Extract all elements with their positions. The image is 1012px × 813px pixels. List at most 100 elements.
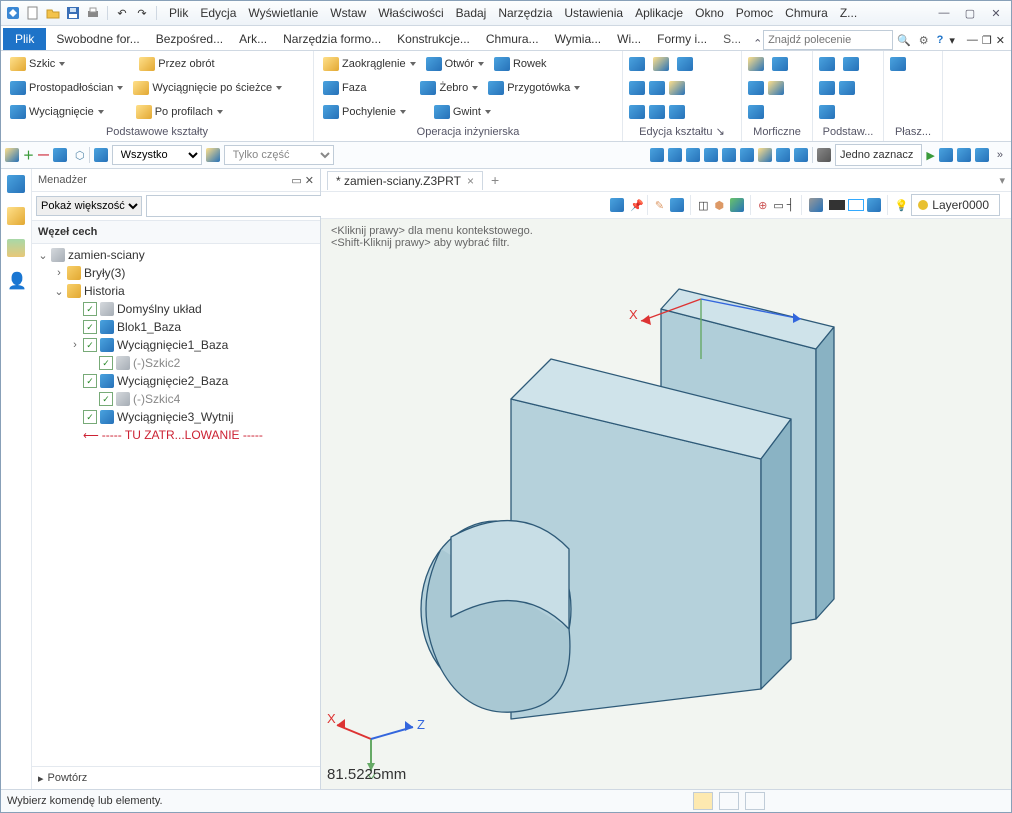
menu-chmura[interactable]: Chmura xyxy=(779,4,834,22)
wyc-button[interactable]: Wyciągnięcie xyxy=(7,105,107,119)
hex-icon[interactable]: ⬡ xyxy=(75,149,85,162)
tb-icon1[interactable] xyxy=(53,148,67,162)
tb-r1[interactable] xyxy=(650,148,664,162)
show-select[interactable]: Pokaż większość xyxy=(36,196,142,216)
checkbox[interactable] xyxy=(83,374,97,388)
menu-wstaw[interactable]: Wstaw xyxy=(324,4,372,22)
checkbox[interactable] xyxy=(83,338,97,352)
select-mode[interactable]: Jedno zaznacz xyxy=(835,144,922,166)
vt-black[interactable] xyxy=(829,200,845,210)
tb-r4[interactable] xyxy=(704,148,718,162)
side-ico1[interactable] xyxy=(7,175,25,193)
tb-r13[interactable] xyxy=(975,148,989,162)
menu-wyswietlanie[interactable]: Wyświetlanie xyxy=(242,4,324,22)
overflow-icon[interactable]: » xyxy=(993,149,1007,161)
tree-row[interactable]: Domyślny układ xyxy=(32,300,320,318)
status-ico1[interactable] xyxy=(693,792,713,810)
tb-r2[interactable] xyxy=(668,148,682,162)
tab-formy[interactable]: Formy i... xyxy=(649,28,715,50)
morph4-icon[interactable] xyxy=(768,81,784,95)
menu-edycja[interactable]: Edycja xyxy=(194,4,242,22)
twisty-icon[interactable]: › xyxy=(54,267,64,279)
menu-plik[interactable]: Plik xyxy=(163,4,194,22)
tb-r5[interactable] xyxy=(722,148,736,162)
przyg-button[interactable]: Przygotówka xyxy=(485,81,583,95)
edit7-icon[interactable] xyxy=(629,105,645,119)
vt-cube1[interactable]: ◫ xyxy=(698,199,708,212)
minimize-icon[interactable]: — xyxy=(933,6,955,20)
view-close-icon[interactable]: ✕ xyxy=(996,34,1005,47)
view-minimize-icon[interactable]: — xyxy=(961,34,978,46)
tabs-overflow-icon[interactable]: ⌃ xyxy=(753,37,762,50)
edit4-icon[interactable] xyxy=(629,81,645,95)
tree-row[interactable]: ›Bryły(3) xyxy=(32,264,320,282)
tab-chmura[interactable]: Chmura... xyxy=(478,28,547,50)
tb-r8[interactable] xyxy=(776,148,790,162)
menu-z[interactable]: Z... xyxy=(834,4,863,22)
tree-row[interactable]: ›Wyciągnięcie1_Baza xyxy=(32,336,320,354)
canvas[interactable]: <Kliknij prawy> dla menu kontekstowego. … xyxy=(321,219,1011,789)
sciezka-button[interactable]: Wyciągnięcie po ścieżce xyxy=(130,81,285,95)
plane1-icon[interactable] xyxy=(890,57,906,71)
undo-icon[interactable]: ↶ xyxy=(114,5,130,21)
search-icon[interactable]: 🔍 xyxy=(897,34,911,47)
menu-pomoc[interactable]: Pomoc xyxy=(730,4,779,22)
menu-badaj[interactable]: Badaj xyxy=(450,4,493,22)
tree-row[interactable]: (-)Szkic4 xyxy=(32,390,320,408)
profil-button[interactable]: Po profilach xyxy=(133,105,226,119)
tree-row[interactable]: ⌄Historia xyxy=(32,282,320,300)
print-icon[interactable] xyxy=(85,5,101,21)
document-tab[interactable]: * zamien-sciany.Z3PRT× xyxy=(327,171,483,190)
gwint-button[interactable]: Gwint xyxy=(431,105,494,119)
checkbox[interactable] xyxy=(83,320,97,334)
vt4[interactable] xyxy=(809,198,823,212)
tree-row[interactable]: Wyciągnięcie3_Wytnij xyxy=(32,408,320,426)
vt2[interactable] xyxy=(670,198,684,212)
base5-icon[interactable] xyxy=(819,105,835,119)
zebro-button[interactable]: Żebro xyxy=(417,81,481,95)
settings-icon[interactable]: ⚙ xyxy=(915,34,933,47)
vt-pencil[interactable]: ✎ xyxy=(655,199,664,212)
morph5-icon[interactable] xyxy=(748,105,764,119)
open-icon[interactable] xyxy=(45,5,61,21)
tab-swobodne[interactable]: Swobodne for... xyxy=(48,28,147,50)
faza-button[interactable]: Faza xyxy=(320,81,369,95)
menu-narzedzia[interactable]: Narzędzia xyxy=(492,4,558,22)
tab-wymia[interactable]: Wymia... xyxy=(547,28,610,50)
tree-row[interactable]: ⌄zamien-sciany xyxy=(32,246,320,264)
filter-select[interactable]: Wszystko xyxy=(112,145,202,165)
morph3-icon[interactable] xyxy=(748,81,764,95)
remove-icon[interactable]: — xyxy=(38,149,49,161)
edit3-icon[interactable] xyxy=(677,57,693,71)
vt-eye[interactable]: ▭ xyxy=(773,199,783,212)
tab-ark[interactable]: Ark... xyxy=(231,28,275,50)
rowek-button[interactable]: Rowek xyxy=(491,57,550,71)
vt-pin[interactable]: 📌 xyxy=(630,199,644,212)
poch-button[interactable]: Pochylenie xyxy=(320,105,409,119)
tb-r12[interactable] xyxy=(957,148,971,162)
checkbox[interactable] xyxy=(83,410,97,424)
bulb-icon[interactable]: 💡 xyxy=(895,199,909,212)
edit6-icon[interactable] xyxy=(669,81,685,95)
status-ico3[interactable] xyxy=(745,792,765,810)
tb-icon2[interactable] xyxy=(94,148,108,162)
menu-okno[interactable]: Okno xyxy=(689,4,730,22)
new-icon[interactable] xyxy=(25,5,41,21)
vt-outline[interactable] xyxy=(848,199,864,211)
checkbox[interactable] xyxy=(99,392,113,406)
vt-cube2[interactable]: ⬢ xyxy=(715,199,725,212)
tb-icon3[interactable] xyxy=(206,148,220,162)
otwor-button[interactable]: Otwór xyxy=(423,57,487,71)
layer-select[interactable]: Layer0000 xyxy=(911,194,1000,216)
save-icon[interactable] xyxy=(65,5,81,21)
base1-icon[interactable] xyxy=(819,57,835,71)
vt-target[interactable]: ⊕ xyxy=(758,199,767,212)
morph2-icon[interactable] xyxy=(772,57,788,71)
help-icon[interactable]: ? xyxy=(937,34,944,46)
tb-r7[interactable] xyxy=(758,148,772,162)
szkic-button[interactable]: Szkic xyxy=(7,57,68,71)
vt1[interactable] xyxy=(610,198,624,212)
redo-icon[interactable]: ↷ xyxy=(134,5,150,21)
checkbox[interactable] xyxy=(99,356,113,370)
base2-icon[interactable] xyxy=(843,57,859,71)
